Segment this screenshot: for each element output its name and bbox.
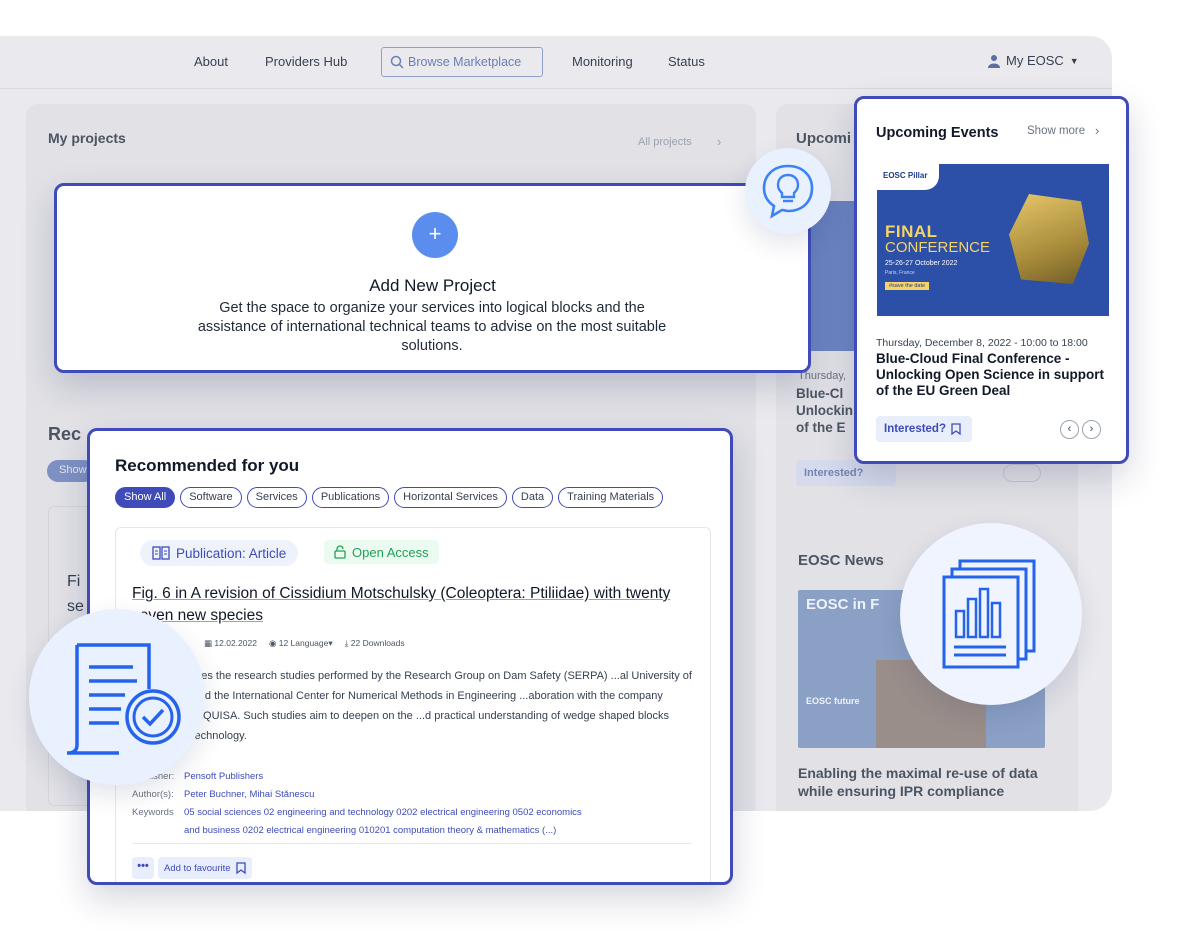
add-project-description: Get the space to organize your services … — [197, 300, 667, 354]
resource-type-label: Publication: Article — [176, 545, 287, 561]
document-badge — [29, 609, 205, 785]
result-date: ▦ 12.02.2022 — [204, 638, 257, 649]
keywords-row-2: and business 0202 electrical engineering… — [184, 825, 556, 836]
event-logo-text: EOSC Pillar — [883, 171, 928, 180]
event-banner-image[interactable]: EOSC Pillar FINAL CONFERENCE 25-26-27 Oc… — [877, 164, 1109, 316]
calendar-icon: ▦ — [204, 638, 215, 648]
banner-place: Paris, France — [885, 270, 915, 276]
bg-news-banner-sub: EOSC future — [806, 696, 860, 706]
bg-news-article-title: Enabling the maximal re-use of data whil… — [798, 765, 1038, 799]
bg-event-line3: of the E — [796, 420, 846, 435]
document-check-icon — [66, 643, 181, 755]
report-chart-icon — [942, 559, 1036, 669]
result-downloads: ⤓ 22 Downloads — [345, 638, 405, 649]
bookmark-icon — [235, 862, 246, 874]
authors-value[interactable]: Peter Buchner, Mihai Stănescu — [184, 789, 314, 800]
chevron-down-icon: ▼ — [1069, 55, 1079, 66]
nav-providers-hub[interactable]: Providers Hub — [265, 54, 347, 69]
my-eosc-menu[interactable]: My EOSC ▼ — [988, 53, 1079, 68]
favourite-label: Add to favourite — [164, 862, 231, 874]
banner-conference-text: CONFERENCE — [885, 239, 991, 256]
bg-event-line2: Unlockin — [796, 403, 854, 418]
result-languages-value: 12 Language▾ — [278, 638, 333, 648]
event-prev-button[interactable]: ‹ — [1060, 420, 1079, 439]
bg-event-nav — [1003, 464, 1041, 482]
event-name[interactable]: Blue-Cloud Final Conference - Unlocking … — [876, 351, 1112, 399]
nav-about[interactable]: About — [194, 54, 228, 69]
user-icon — [988, 54, 1000, 68]
result-languages[interactable]: ◉ 12 Language▾ — [269, 638, 333, 649]
lightbulb-chat-icon — [762, 164, 814, 219]
add-project-button[interactable]: + — [412, 212, 458, 258]
event-date: Thursday, December 8, 2022 - 10:00 to 18… — [876, 337, 1088, 349]
lightbulb-badge — [745, 148, 831, 234]
search-icon — [390, 55, 404, 69]
lock-open-icon — [334, 545, 346, 559]
banner-save-date: #save the date — [885, 282, 930, 290]
bg-news-title-label: EOSC News — [798, 552, 884, 569]
filter-chips: Show All Software Services Publications … — [115, 487, 664, 508]
bg-event-line1: Blue-Cl — [796, 386, 844, 401]
result-downloads-value: 22 Downloads — [350, 638, 405, 648]
my-eosc-label: My EOSC — [1006, 53, 1064, 68]
bookmark-icon — [951, 423, 961, 435]
result-date-value: 12.02.2022 — [214, 638, 257, 648]
globe-icon: ◉ — [268, 638, 279, 648]
result-abstract: ...mmarizes the research studies perform… — [156, 670, 692, 742]
events-show-more-link[interactable]: Show more — [1027, 125, 1085, 137]
chevron-right-icon: › — [717, 134, 722, 149]
open-access-label: Open Access — [352, 544, 429, 560]
book-icon — [152, 546, 170, 560]
authors-label: Author(s): — [132, 789, 174, 800]
result-divider — [132, 843, 692, 844]
add-project-card[interactable]: + Add New Project Get the space to organ… — [54, 183, 811, 373]
filter-chip-software[interactable]: Software — [180, 487, 242, 508]
filter-chip-data[interactable]: Data — [511, 487, 554, 508]
keywords-label: Keywords — [132, 807, 174, 818]
report-badge — [900, 523, 1082, 705]
recommended-title: Recommended for you — [115, 456, 300, 475]
bg-upcoming-title: Upcomi — [796, 130, 852, 147]
interested-button[interactable]: Interested? — [876, 416, 972, 442]
add-to-favourite-button[interactable]: Add to favourite — [158, 857, 252, 879]
bg-all-projects-link[interactable]: All projects — [638, 136, 692, 148]
nav-monitoring[interactable]: Monitoring — [572, 54, 633, 69]
keywords-line-2[interactable]: and business 0202 electrical engineering… — [184, 825, 556, 836]
bg-recommended-title: Rec — [48, 424, 82, 444]
banner-dates: 25-26-27 October 2022 — [885, 260, 958, 267]
filter-chip-services[interactable]: Services — [246, 487, 307, 508]
upcoming-events-card: Upcoming Events Show more › EOSC Pillar … — [854, 96, 1129, 464]
open-access-badge: Open Access — [324, 540, 439, 564]
add-project-title: Add New Project — [369, 276, 496, 295]
filter-chip-show-all[interactable]: Show All — [115, 487, 176, 508]
authors-row: Author(s): Peter Buchner, Mihai Stănescu — [132, 789, 314, 800]
bg-my-projects-title: My projects — [48, 130, 126, 146]
more-options-button[interactable]: ••• — [132, 857, 154, 879]
bg-news-banner-text: EOSC in F — [806, 596, 880, 613]
filter-chip-training-materials[interactable]: Training Materials — [558, 487, 664, 508]
event-next-button[interactable]: › — [1082, 420, 1101, 439]
result-meta: ▦ 12.02.2022 ◉ 12 Language▾ ⤓ 22 Downloa… — [204, 638, 405, 649]
filter-chip-horizontal-services[interactable]: Horizontal Services — [394, 487, 507, 508]
keywords-row: Keywords 05 social sciences 02 engineerin… — [132, 807, 582, 818]
nav-divider — [0, 88, 1112, 89]
bg-fi-text: Fi — [67, 573, 81, 590]
browse-marketplace-button[interactable]: Browse Marketplace — [381, 47, 543, 77]
browse-marketplace-label: Browse Marketplace — [408, 55, 522, 69]
nav-status[interactable]: Status — [668, 54, 705, 69]
events-title: Upcoming Events — [876, 125, 999, 141]
result-title-link[interactable]: Fig. 6 in A revision of Cissidium Motsch… — [132, 583, 692, 627]
keywords-line-1[interactable]: 05 social sciences 02 engineering and te… — [184, 807, 582, 818]
interested-label: Interested? — [884, 423, 946, 435]
chevron-right-icon[interactable]: › — [1095, 123, 1099, 138]
filter-chip-publications[interactable]: Publications — [311, 487, 390, 508]
top-navigation: About Providers Hub Browse Marketplace M… — [0, 36, 1112, 88]
banner-photo — [1009, 194, 1089, 284]
resource-type-badge: Publication: Article — [140, 540, 299, 566]
